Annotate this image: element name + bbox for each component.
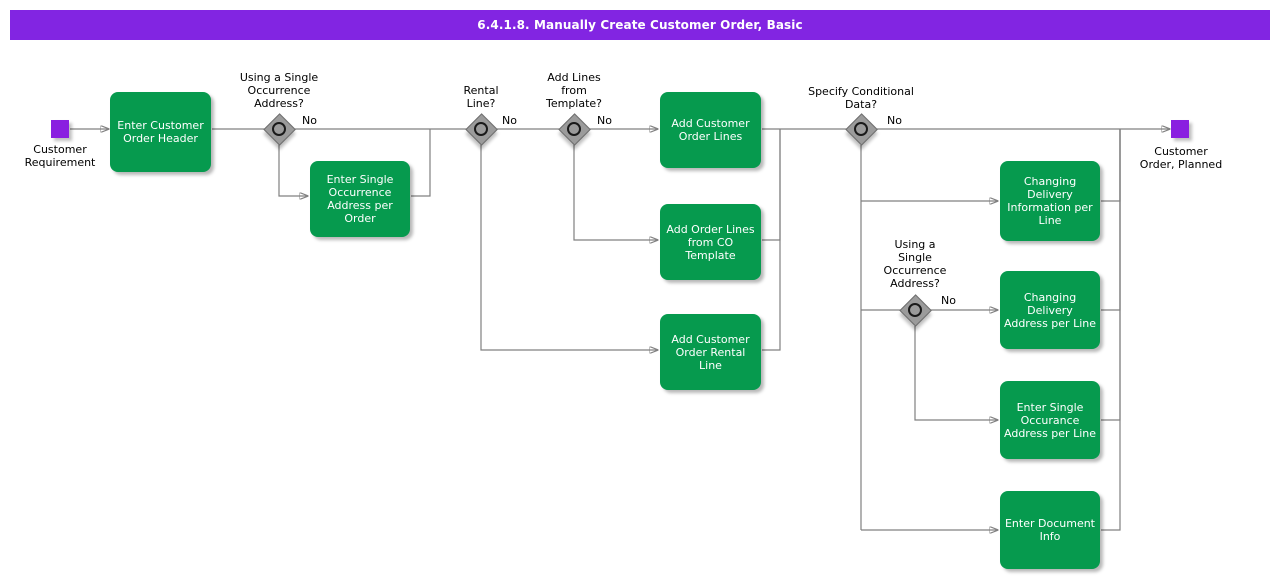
start-event-label: Customer Requirement	[24, 143, 96, 169]
gateway-label-gw4: Specify Conditional Data?	[808, 85, 914, 111]
task-add-customer-order-lines[interactable]: Add Customer Order Lines	[660, 92, 761, 168]
task-label: Add Customer Order Rental Line	[671, 332, 750, 372]
gateway-specify-conditional-data[interactable]	[844, 112, 878, 146]
edge-t8-to-endbus	[1101, 129, 1121, 421]
edge-t4-to-bus	[762, 129, 781, 241]
gateway-inclusive-ring-icon	[272, 122, 286, 136]
task-add-order-lines-from-co-template[interactable]: Add Order Lines from CO Template	[660, 204, 761, 280]
start-event-customer-requirement[interactable]	[51, 120, 69, 138]
edge-label-gw1-no: No	[302, 114, 317, 127]
edge-t2-to-gw2	[411, 129, 431, 197]
gateway-label-gw3: Add Lines from Template?	[545, 71, 603, 110]
task-label: Enter Customer Order Header	[117, 119, 204, 145]
edge-gw2-to-t5	[480, 144, 658, 350]
gateway-inclusive-ring-icon	[908, 303, 922, 317]
gateway-inclusive-ring-icon	[474, 122, 488, 136]
page-title: 6.4.1.8. Manually Create Customer Order,…	[477, 18, 803, 32]
edge-gw5-to-t8	[914, 326, 998, 420]
task-label: Enter Document Info	[1004, 517, 1095, 543]
gateway-label-gw5: Using a Single Occurrence Address?	[883, 238, 947, 290]
edge-t9-to-endbus	[1101, 129, 1121, 531]
task-changing-delivery-address-per-line[interactable]: Changing Delivery Address per Line	[1000, 271, 1100, 349]
task-enter-single-occurance-address-per-line[interactable]: Enter Single Occurance Address per Line	[1000, 381, 1100, 459]
end-event-label: Customer Order, Planned	[1139, 145, 1223, 171]
edge-t6-to-endbus	[1101, 129, 1121, 202]
end-event-customer-order-planned[interactable]	[1171, 120, 1189, 138]
edge-label-gw4-no: No	[887, 114, 902, 127]
edge-label-gw5-no: No	[941, 294, 956, 307]
task-label: Add Customer Order Lines	[671, 117, 750, 143]
gateway-using-a-single-occurrence-address[interactable]	[262, 112, 296, 146]
page-title-bar: 6.4.1.8. Manually Create Customer Order,…	[10, 10, 1270, 40]
edge-gw3-to-t4	[573, 144, 658, 240]
edge-label-gw3-no: No	[597, 114, 612, 127]
task-add-customer-order-rental-line[interactable]: Add Customer Order Rental Line	[660, 314, 761, 390]
gateway-add-lines-from-template[interactable]	[557, 112, 591, 146]
task-label: Changing Delivery Address per Line	[1004, 290, 1096, 330]
gateway-rental-line[interactable]	[464, 112, 498, 146]
task-enter-document-info[interactable]: Enter Document Info	[1000, 491, 1100, 569]
edge-label-gw2-no: No	[502, 114, 517, 127]
task-changing-delivery-information-per-line[interactable]: Changing Delivery Information per Line	[1000, 161, 1100, 241]
task-label: Changing Delivery Information per Line	[1007, 175, 1093, 227]
diagram-canvas: 6.4.1.8. Manually Create Customer Order,…	[0, 0, 1280, 580]
gateway-inclusive-ring-icon	[854, 122, 868, 136]
task-label: Add Order Lines from CO Template	[666, 222, 755, 262]
task-label: Enter Single Occurrence Address per Orde…	[326, 173, 394, 225]
gateway-inclusive-ring-icon	[567, 122, 581, 136]
gateway-using-a-single-occurrence-address-per-line[interactable]	[898, 293, 932, 327]
edge-gw1-to-t2	[278, 144, 308, 196]
task-enter-single-occurrence-address-per-order[interactable]: Enter Single Occurrence Address per Orde…	[310, 161, 410, 237]
edge-t5-to-bus	[762, 129, 781, 351]
task-enter-customer-order-header[interactable]: Enter Customer Order Header	[110, 92, 211, 172]
gateway-label-gw1: Using a Single Occurrence Address?	[239, 71, 319, 110]
gateway-label-gw2: Rental Line?	[463, 84, 499, 110]
task-label: Enter Single Occurance Address per Line	[1004, 400, 1096, 440]
edge-t7-to-endbus	[1101, 129, 1121, 311]
